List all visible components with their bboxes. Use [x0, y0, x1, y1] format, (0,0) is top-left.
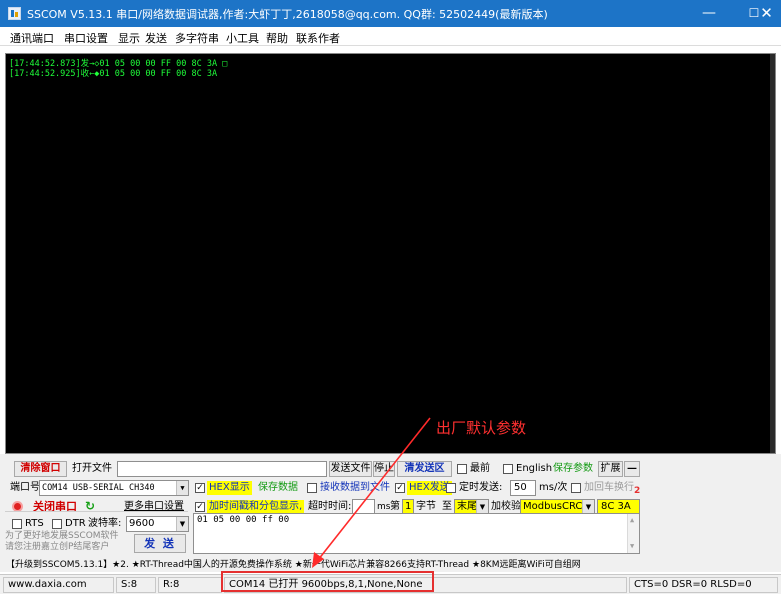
status-sent-count: S:8 [116, 577, 156, 593]
send-text: 01 05 00 00 ff 00 [197, 515, 290, 525]
menu-tools[interactable]: 小工具 [226, 30, 259, 46]
hex-display-checkbox[interactable]: ✓ [195, 483, 205, 493]
status-line-signals: CTS=0 DSR=0 RLSD=0 [629, 577, 778, 593]
scroll-down-icon[interactable]: ▼ [630, 542, 634, 550]
timed-send-checkbox[interactable] [446, 483, 456, 493]
status-received-count: R:8 [158, 577, 222, 593]
chevron-down-icon: ▼ [582, 500, 594, 514]
baud-value: 9600 [129, 518, 155, 529]
menu-help[interactable]: 帮助 [266, 30, 288, 46]
send-button[interactable]: 发 送 [134, 534, 186, 553]
top-most-label: 最前 [470, 463, 490, 474]
timed-unit-label: ms/次 [539, 482, 568, 493]
save-params-button[interactable]: 保存参数 [553, 462, 593, 476]
title-bar: SSCOM V5.13.1 串口/网络数据调试器,作者:大虾丁丁,2618058… [0, 0, 781, 27]
checksum-label: 加校验 [491, 501, 521, 512]
clear-send-button[interactable]: 清发送区 [397, 461, 452, 477]
port-label: 端口号 [10, 482, 40, 493]
menu-multi-string[interactable]: 多字符串 [175, 30, 219, 46]
byte-to-label: 至 [442, 501, 452, 512]
chevron-down-icon: ▼ [176, 481, 188, 495]
byte-to-value: 末尾 [457, 501, 477, 512]
rts-label: RTS [25, 518, 44, 529]
console-scrollbar[interactable] [770, 54, 775, 453]
timed-interval-input[interactable]: 50 [510, 480, 536, 496]
prompt-line: 为了更好地发展SSCOM软件 [5, 531, 119, 541]
expand-button[interactable]: 扩展 [598, 461, 623, 477]
prompt-line: 请您注册嘉立创P结尾客户 [5, 542, 110, 552]
chevron-down-icon: ▼ [176, 517, 188, 531]
menu-port-settings[interactable]: 串口设置 [64, 30, 108, 46]
english-label: English [516, 463, 553, 474]
timeout-unit: ms [377, 502, 391, 512]
menu-display[interactable]: 显示 [118, 30, 140, 46]
console-line: [17:44:52.925]收←◆01 05 00 00 FF 00 8C 3A [9, 69, 218, 79]
timestamp-label: 加时间戳和分包显示, [207, 500, 305, 514]
hex-send-checkbox[interactable]: ✓ [395, 483, 405, 493]
crlf-marker: 2 [634, 486, 641, 496]
recv-to-file-label: 接收数据到文件 [320, 482, 390, 493]
send-scrollbar[interactable]: ▲ ▼ [627, 514, 639, 553]
byte-label: 第 [390, 501, 400, 512]
save-data-button[interactable]: 保存数据 [258, 481, 298, 495]
top-most-checkbox[interactable] [457, 464, 467, 474]
stop-button[interactable]: 停止 [373, 461, 395, 477]
menu-contact[interactable]: 联系作者 [296, 30, 340, 46]
scroll-up-icon[interactable]: ▲ [630, 516, 634, 524]
status-website[interactable]: www.daxia.com [3, 577, 114, 593]
timeout-label: 超时时间: [308, 501, 352, 512]
add-crlf-checkbox[interactable] [571, 483, 581, 493]
byte-unit-label: 字节 [416, 501, 436, 512]
timestamp-checkbox[interactable]: ✓ [195, 502, 205, 512]
hex-display-label: HEX显示 [207, 481, 252, 495]
app-icon [8, 7, 21, 20]
minimize-button[interactable]: — [686, 0, 732, 27]
rts-checkbox[interactable] [12, 519, 22, 529]
register-prompt[interactable]: 为了更好地发展SSCOM软件 请您注册嘉立创P结尾客户 [5, 531, 127, 553]
chevron-down-icon: ▼ [476, 500, 488, 514]
baud-select[interactable]: 9600 ▼ [126, 516, 189, 532]
port-select-value: COM14 USB-SERIAL CH340 [42, 483, 155, 493]
clear-window-button[interactable]: 清除窗口 [14, 461, 67, 477]
menu-bar: 通讯端口 串口设置 显示 发送 多字符串 小工具 帮助 联系作者 [0, 27, 781, 46]
open-file-button[interactable]: 打开文件 [72, 462, 112, 476]
baud-label: 波特率: [88, 518, 122, 529]
hex-send-label: HEX发送 [407, 481, 452, 495]
menu-comm-port[interactable]: 通讯端口 [10, 30, 54, 46]
news-ticker[interactable]: 【升级到SSCOM5.13.1】★2. ★RT-Thread中国人的开源免费操作… [0, 558, 781, 572]
collapse-button[interactable]: — [624, 461, 640, 477]
timed-send-label: 定时发送: [459, 482, 503, 493]
recv-to-file-checkbox[interactable] [307, 483, 317, 493]
dtr-checkbox[interactable] [52, 519, 62, 529]
close-button[interactable]: ✕ [752, 0, 781, 27]
annotation-highlight-box [221, 571, 434, 592]
menu-send[interactable]: 发送 [145, 30, 167, 46]
annotation-label: 出厂默认参数 [436, 419, 527, 437]
send-text-area[interactable]: 01 05 00 00 ff 00 ▲ ▼ [193, 513, 640, 554]
port-select[interactable]: COM14 USB-SERIAL CH340 ▼ [39, 480, 189, 496]
english-checkbox[interactable] [503, 464, 513, 474]
divider [5, 511, 188, 512]
window-title: SSCOM V5.13.1 串口/网络数据调试器,作者:大虾丁丁,2618058… [27, 8, 548, 21]
send-file-button[interactable]: 发送文件 [329, 461, 372, 477]
file-path-input[interactable] [117, 461, 327, 477]
add-crlf-label: 加回车换行 [584, 482, 634, 493]
dtr-label: DTR [65, 518, 86, 529]
receive-console[interactable]: [17:44:52.873]发→◇01 05 00 00 FF 00 8C 3A… [5, 53, 776, 454]
